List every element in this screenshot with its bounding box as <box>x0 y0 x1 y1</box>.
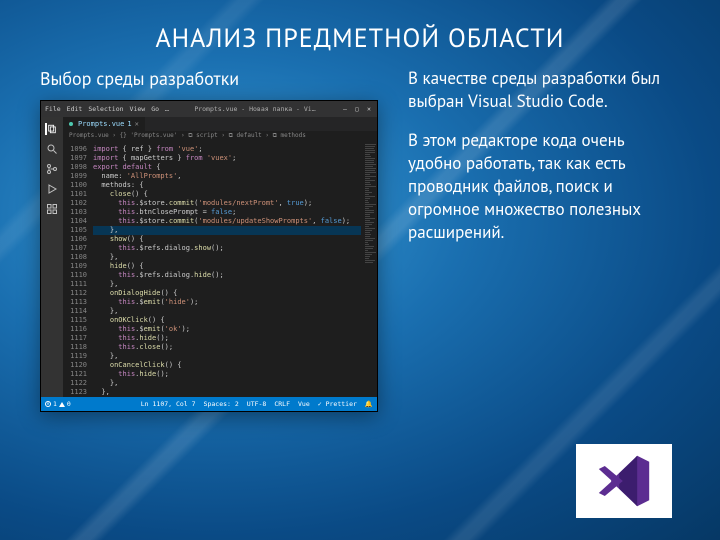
line-number: 1113 <box>65 298 87 307</box>
code-line[interactable]: export default { <box>93 163 361 172</box>
slide-title: АНАЛИЗ ПРЕДМЕТНОЙ ОБЛАСТИ <box>40 22 680 55</box>
line-number: 1123 <box>65 388 87 397</box>
status-indentation[interactable]: Spaces: 2 <box>204 400 239 408</box>
extensions-icon[interactable] <box>46 203 58 215</box>
code-line[interactable]: }, <box>93 388 361 397</box>
line-number: 1115 <box>65 316 87 325</box>
line-number: 1107 <box>65 244 87 253</box>
line-number: 1101 <box>65 190 87 199</box>
line-number: 1119 <box>65 352 87 361</box>
window-close-button[interactable]: ✕ <box>365 105 373 113</box>
menu-item[interactable]: File <box>45 105 61 113</box>
status-eol[interactable]: CRLF <box>274 400 290 408</box>
code-line[interactable]: onOKClick() { <box>93 316 361 325</box>
code-line[interactable]: this.$emit('ok'); <box>93 325 361 334</box>
line-number: 1116 <box>65 325 87 334</box>
status-problems[interactable]: ✕ 1 0 <box>45 400 71 408</box>
line-number: 1104 <box>65 217 87 226</box>
code-line[interactable]: this.btnClosePrompt = false; <box>93 208 361 217</box>
window-minimize-button[interactable]: — <box>341 105 349 113</box>
visual-studio-logo <box>576 444 672 518</box>
code-line[interactable]: }, <box>93 379 361 388</box>
error-icon: ✕ <box>45 401 51 407</box>
code-line[interactable]: this.$emit('hide'); <box>93 298 361 307</box>
code-line[interactable]: this.hide(); <box>93 334 361 343</box>
line-number: 1099 <box>65 172 87 181</box>
menu-item[interactable]: View <box>130 105 146 113</box>
code-line[interactable]: onCancelClick() { <box>93 361 361 370</box>
code-line[interactable]: methods: { <box>93 181 361 190</box>
source-control-icon[interactable] <box>46 163 58 175</box>
line-number: 1122 <box>65 379 87 388</box>
tab-dirty-indicator: 1 <box>127 120 131 128</box>
line-number: 1098 <box>65 163 87 172</box>
window-maximize-button[interactable]: ▢ <box>353 105 361 113</box>
code-line[interactable]: import { mapGetters } from 'vuex'; <box>93 154 361 163</box>
line-number: 1103 <box>65 208 87 217</box>
code-line[interactable]: }, <box>93 280 361 289</box>
code-line[interactable]: }, <box>93 352 361 361</box>
status-language[interactable]: Vue <box>298 400 310 408</box>
line-number: 1117 <box>65 334 87 343</box>
code-line[interactable]: close() { <box>93 190 361 199</box>
line-number: 1108 <box>65 253 87 262</box>
paragraph-1: В качестве среды разработки был выбран V… <box>408 67 680 113</box>
paragraph-2: В этом редакторе кода очень удобно работ… <box>408 129 680 244</box>
warning-icon <box>59 402 65 407</box>
line-number: 1102 <box>65 199 87 208</box>
status-cursor-position[interactable]: Ln 1107, Col 7 <box>141 400 196 408</box>
menu-item[interactable]: Selection <box>88 105 123 113</box>
code-line[interactable]: onDialogHide() { <box>93 289 361 298</box>
window-title: Prompts.vue - Новая папка - Vi… <box>169 105 341 113</box>
code-line[interactable]: name: 'AllPrompts', <box>93 172 361 181</box>
breadcrumb[interactable]: Prompts.vue › {} 'Prompts.vue' › ⧉ scrip… <box>63 131 377 143</box>
line-number: 1112 <box>65 289 87 298</box>
line-number: 1105 <box>65 226 87 235</box>
code-line[interactable]: show() { <box>93 235 361 244</box>
status-notifications-icon[interactable]: 🔔 <box>365 400 373 408</box>
editor-tabs: Prompts.vue 1 ✕ <box>63 117 377 131</box>
debug-icon[interactable] <box>46 183 58 195</box>
code-line[interactable]: this.$refs.dialog.show(); <box>93 244 361 253</box>
code-line[interactable]: this.$store.commit('modules/updateShowPr… <box>93 217 361 226</box>
code-line[interactable]: }, <box>93 307 361 316</box>
line-number: 1100 <box>65 181 87 190</box>
vue-file-icon <box>69 122 73 126</box>
slide-subhead: Выбор среды разработки <box>40 67 380 90</box>
vscode-window: FileEditSelectionViewGo… Prompts.vue - Н… <box>40 100 378 412</box>
code-line[interactable]: }, <box>93 253 361 262</box>
line-number: 1110 <box>65 271 87 280</box>
tab-filename: Prompts.vue <box>78 120 124 128</box>
code-line[interactable]: this.hide(); <box>93 370 361 379</box>
line-number: 1109 <box>65 262 87 271</box>
line-number: 1118 <box>65 343 87 352</box>
status-prettier[interactable]: ✓ Prettier <box>318 400 357 408</box>
code-line[interactable]: this.$store.commit('modules/nextPromt', … <box>93 199 361 208</box>
vscode-titlebar: FileEditSelectionViewGo… Prompts.vue - Н… <box>41 101 377 117</box>
tab-prompts-vue[interactable]: Prompts.vue 1 ✕ <box>63 117 146 131</box>
line-number: 1096 <box>65 145 87 154</box>
line-number-gutter: 1096109710981099110011011102110311041105… <box>63 143 91 397</box>
status-bar: ✕ 1 0 Ln 1107, Col 7 Spaces: 2 UTF-8 CRL… <box>41 397 377 411</box>
status-encoding[interactable]: UTF-8 <box>247 400 267 408</box>
explorer-icon[interactable] <box>45 123 57 135</box>
line-number: 1120 <box>65 361 87 370</box>
menu-item[interactable]: Edit <box>67 105 83 113</box>
line-number: 1111 <box>65 280 87 289</box>
activity-bar <box>41 117 63 397</box>
code-line[interactable]: }, <box>93 226 361 235</box>
line-number: 1114 <box>65 307 87 316</box>
line-number: 1121 <box>65 370 87 379</box>
code-line[interactable]: this.$refs.dialog.hide(); <box>93 271 361 280</box>
code-editor[interactable]: import { ref } from 'vue';import { mapGe… <box>91 143 363 397</box>
code-line[interactable]: hide() { <box>93 262 361 271</box>
tab-close-icon[interactable]: ✕ <box>135 120 139 128</box>
line-number: 1097 <box>65 154 87 163</box>
menu-item[interactable]: Go <box>151 105 159 113</box>
minimap[interactable] <box>363 143 377 397</box>
line-number: 1106 <box>65 235 87 244</box>
code-line[interactable]: this.close(); <box>93 343 361 352</box>
search-icon[interactable] <box>46 143 58 155</box>
code-line[interactable]: import { ref } from 'vue'; <box>93 145 361 154</box>
